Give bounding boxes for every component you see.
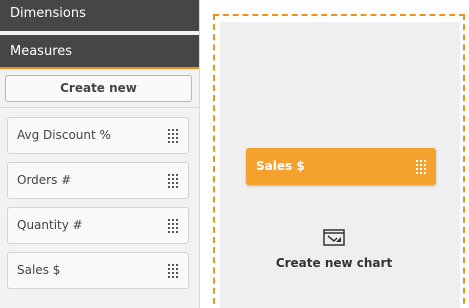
measures-section-header[interactable]: Measures bbox=[0, 35, 199, 69]
dragged-measure-chip[interactable]: Sales $ bbox=[246, 148, 436, 185]
create-chart-icon[interactable] bbox=[323, 228, 345, 246]
drag-handle-icon[interactable] bbox=[168, 219, 178, 233]
drag-handle-icon[interactable] bbox=[416, 160, 426, 174]
divider bbox=[0, 107, 199, 108]
dimensions-section-header[interactable]: Dimensions bbox=[0, 0, 199, 31]
measure-item-sales[interactable]: Sales $ bbox=[7, 252, 189, 289]
dragged-measure-label: Sales $ bbox=[256, 159, 305, 173]
measure-item-avg-discount[interactable]: Avg Discount % bbox=[7, 117, 189, 154]
measure-item-label: Orders # bbox=[17, 173, 72, 187]
drag-handle-icon[interactable] bbox=[168, 174, 178, 188]
measure-item-label: Sales $ bbox=[17, 263, 61, 277]
create-new-button[interactable]: Create new bbox=[5, 75, 192, 102]
measure-item-orders[interactable]: Orders # bbox=[7, 162, 189, 199]
drag-handle-icon[interactable] bbox=[168, 264, 178, 278]
measure-item-quantity[interactable]: Quantity # bbox=[7, 207, 189, 244]
create-new-chart-label[interactable]: Create new chart bbox=[260, 256, 408, 270]
measure-item-label: Avg Discount % bbox=[17, 128, 111, 142]
assets-panel: Dimensions Measures Create new Avg Disco… bbox=[0, 0, 200, 308]
measure-item-label: Quantity # bbox=[17, 218, 83, 232]
page: Dimensions Measures Create new Avg Disco… bbox=[0, 0, 469, 308]
drag-handle-icon[interactable] bbox=[168, 129, 178, 143]
